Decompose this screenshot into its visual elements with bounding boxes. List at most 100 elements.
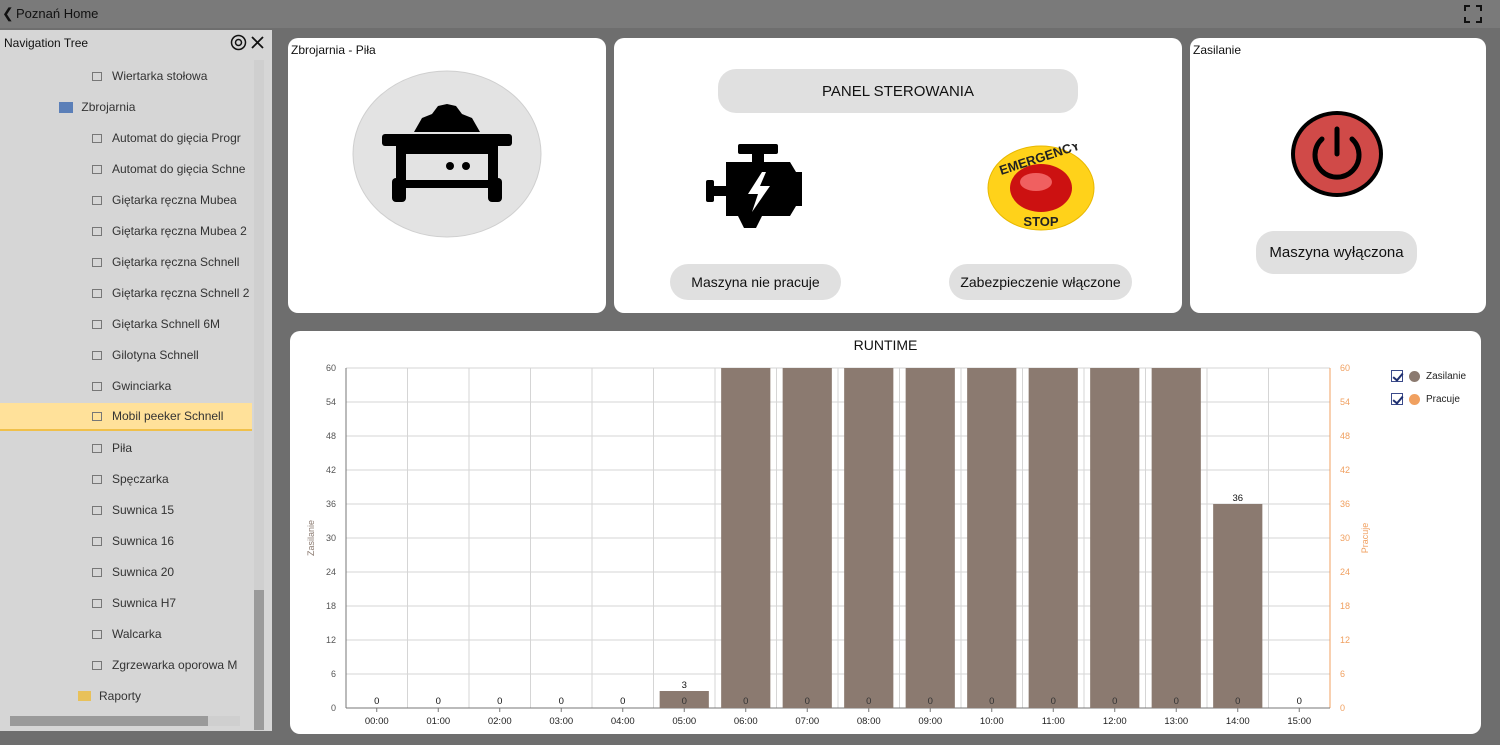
tree-item-label: Mobil peeker Schnell (112, 409, 224, 423)
bar-inner-label: 0 (928, 696, 933, 707)
bar-zasilanie (844, 368, 894, 708)
bar-value-label: 0 (559, 696, 564, 707)
tree-item[interactable]: Giętarka ręczna Mubea (92, 186, 250, 214)
bar-value-label: 0 (497, 696, 502, 707)
bar-zasilanie (967, 368, 1017, 708)
bar-inner-label: 0 (866, 696, 871, 707)
machine-node-icon (92, 536, 102, 546)
bar-zasilanie (1028, 368, 1078, 708)
tree-item[interactable]: Suwnica 15 (92, 496, 250, 524)
safety-status-button[interactable]: Zabezpieczenie włączone (949, 264, 1132, 300)
machine-node-icon (92, 319, 102, 329)
x-tick-label: 12:00 (1103, 716, 1127, 727)
tree-vertical-scroll-thumb[interactable] (254, 590, 264, 730)
power-panel: Zasilanie Maszyna wyłączona (1190, 38, 1486, 313)
tree-item[interactable]: Automat do gięcia Progr (92, 124, 250, 152)
tree-item[interactable]: Spęczarka (92, 465, 250, 493)
tree-item[interactable]: Giętarka ręczna Schnell (92, 248, 250, 276)
machine-node-icon (92, 505, 102, 515)
legend-item-zasilanie[interactable]: Zasilanie (1391, 370, 1466, 382)
y2-tick-label: 48 (1340, 431, 1350, 441)
y2-tick-label: 18 (1340, 601, 1350, 611)
bar-inner-label: 0 (805, 696, 810, 707)
legend-item-pracuje[interactable]: Pracuje (1391, 393, 1460, 405)
machine-node-icon (92, 660, 102, 670)
machine-node-icon (92, 164, 102, 174)
y2-tick-label: 30 (1340, 533, 1350, 543)
y-tick-label: 24 (326, 567, 336, 577)
tree-item-label: Giętarka Schnell 6M (112, 317, 221, 331)
machine-node-icon (92, 381, 102, 391)
tree-item[interactable]: Mobil peeker Schnell (0, 403, 252, 431)
runtime-chart: 0 06 612 1218 1824 2430 3036 3642 4248 4854 5460 60… (306, 363, 1370, 727)
x-tick-label: 14:00 (1226, 716, 1250, 727)
tree-item[interactable]: Suwnica 20 (92, 558, 250, 586)
settings-gear-icon[interactable] (230, 34, 247, 51)
power-status-button[interactable]: Maszyna wyłączona (1256, 231, 1417, 274)
legend-swatch-pracuje (1409, 393, 1420, 405)
window-title: Poznań Home (16, 6, 99, 21)
close-icon[interactable] (251, 36, 264, 49)
tree-item[interactable]: ◢Zbrojarnia (56, 93, 250, 121)
tree-item[interactable]: Automat do gięcia Schne (92, 155, 250, 183)
folder-icon (78, 691, 91, 701)
x-tick-label: 05:00 (672, 716, 696, 727)
tree-item[interactable]: Walcarka (92, 620, 250, 648)
emergency-stop-icon[interactable]: EMERGENCY STOP (986, 144, 1096, 232)
y-tick-label: 60 (326, 363, 336, 373)
y-tick-label: 54 (326, 397, 336, 407)
legend-checkbox-pracuje[interactable] (1391, 393, 1403, 405)
x-tick-label: 11:00 (1042, 716, 1065, 727)
machine-status-button[interactable]: Maszyna nie pracuje (670, 264, 841, 300)
x-tick-label: 03:00 (549, 716, 573, 727)
x-tick-label: 02:00 (488, 716, 512, 727)
tree-item[interactable]: Suwnica 16 (92, 527, 250, 555)
bar-zasilanie (905, 368, 955, 708)
machine-node-icon (92, 567, 102, 577)
y2-tick-label: 6 (1340, 669, 1345, 679)
tree-item[interactable]: Giętarka ręczna Mubea 2 (92, 217, 250, 245)
bar-value-label: 36 (1232, 493, 1243, 504)
tree-item[interactable]: Giętarka ręczna Schnell 2 (92, 279, 250, 307)
y2-tick-label: 42 (1340, 465, 1350, 475)
tree-item[interactable]: Giętarka Schnell 6M (92, 310, 250, 338)
machine-node-icon (92, 133, 102, 143)
tree-item[interactable]: Piła (92, 434, 250, 462)
panel-sterowania-header: PANEL STEROWANIA (718, 69, 1078, 113)
tree-item[interactable]: Raporty (78, 682, 250, 710)
tree-item-label: Raporty (99, 689, 142, 703)
machine-node-icon (92, 195, 102, 205)
runtime-chart-panel: RUNTIME 0 0 6 6 12 12 18 18 24 24 30 30 36 36 42 42 48 48… (290, 331, 1481, 734)
tree-item[interactable]: Gilotyna Schnell (92, 341, 250, 369)
tree-item[interactable]: Gwinciarka (92, 372, 250, 400)
control-panel: PANEL STEROWANIA EMERGENCY STOP Maszyna … (614, 38, 1182, 313)
x-tick-label: 09:00 (918, 716, 942, 727)
bar-zasilanie (782, 368, 832, 708)
power-panel-title: Zasilanie (1193, 43, 1242, 57)
fullscreen-icon[interactable] (1464, 5, 1482, 23)
legend-checkbox-zasilanie[interactable] (1391, 370, 1403, 382)
y-axis-label: Zasilanie (306, 520, 316, 556)
x-tick-label: 10:00 (980, 716, 1004, 727)
y-tick-label: 36 (326, 499, 336, 509)
tree-horizontal-scroll-thumb[interactable] (10, 716, 208, 726)
tree-item-label: Automat do gięcia Schne (112, 162, 246, 176)
bar-value-label: 3 (682, 680, 687, 691)
tree-item[interactable]: Suwnica H7 (92, 589, 250, 617)
tree-item[interactable]: Zgrzewarka oporowa M (92, 651, 250, 679)
tree-item-label: Piła (112, 441, 133, 455)
legend-label-zasilanie: Zasilanie (1426, 370, 1467, 382)
navigation-tree-header: Navigation Tree (4, 36, 89, 50)
y-tick-label: 6 (331, 669, 336, 679)
back-chevron-icon[interactable]: ❮ (2, 5, 14, 22)
tree-item-label: Gilotyna Schnell (112, 348, 199, 362)
tree-item-label: Giętarka ręczna Schnell 2 (112, 286, 250, 300)
bar-zasilanie (1151, 368, 1201, 708)
tree-item[interactable]: Wiertarka stołowa (92, 62, 250, 90)
x-tick-label: 15:00 (1287, 716, 1311, 727)
power-button-icon[interactable] (1289, 109, 1385, 199)
tree-item-label: Automat do gięcia Progr (112, 131, 241, 145)
bar-value-label: 0 (374, 696, 379, 707)
machine-node-icon (92, 226, 102, 236)
title-bar: ❮ Poznań Home (0, 0, 1500, 28)
